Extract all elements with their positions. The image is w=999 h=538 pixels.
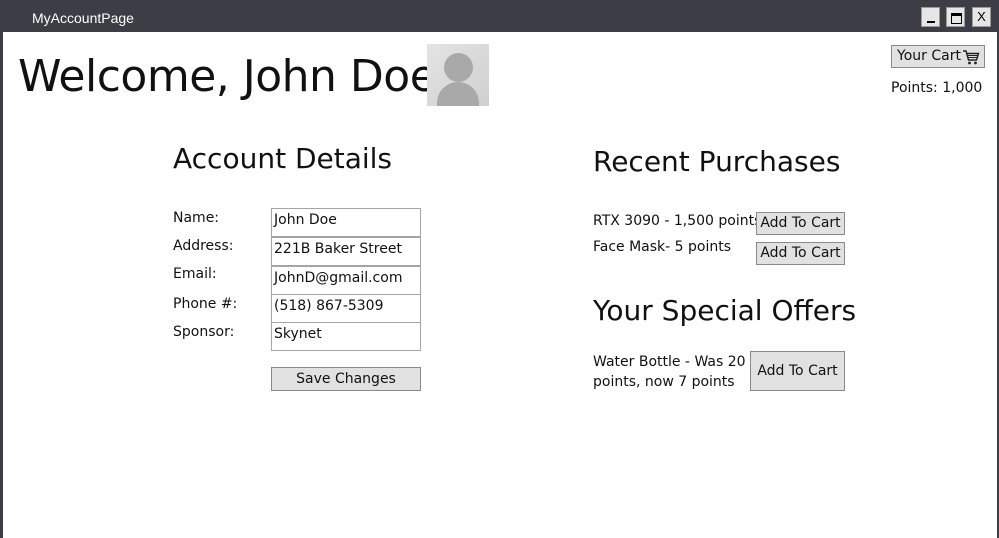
minimize-button[interactable]: [921, 7, 940, 27]
email-field[interactable]: JohnD@gmail.com: [271, 266, 421, 295]
user-avatar-icon: [427, 44, 489, 106]
recent-purchases-title: Recent Purchases: [593, 145, 841, 178]
phone-label: Phone #:: [173, 296, 238, 312]
add-to-cart-button[interactable]: Add To Cart: [756, 212, 845, 235]
email-label: Email:: [173, 266, 217, 282]
address-label: Address:: [173, 238, 234, 254]
your-cart-label: Your Cart: [897, 48, 961, 64]
shopping-cart-icon: [963, 50, 980, 65]
save-changes-button[interactable]: Save Changes: [271, 367, 421, 391]
offer-add-to-cart-button[interactable]: Add To Cart: [750, 351, 845, 391]
maximize-button[interactable]: [946, 7, 965, 27]
address-field[interactable]: 221B Baker Street: [271, 237, 421, 266]
sponsor-field[interactable]: Skynet: [271, 322, 421, 351]
special-offers-title: Your Special Offers: [593, 294, 857, 327]
welcome-heading: Welcome, John Doe: [18, 51, 437, 102]
minimize-icon: [927, 21, 935, 23]
your-cart-button[interactable]: Your Cart: [891, 45, 985, 68]
purchase-item-text: RTX 3090 - 1,500 points: [593, 213, 762, 229]
add-to-cart-button[interactable]: Add To Cart: [756, 242, 845, 265]
name-field[interactable]: John Doe: [271, 208, 421, 237]
avatar-head: [444, 53, 473, 82]
close-button[interactable]: X: [972, 7, 991, 27]
offer-item-text: Water Bottle - Was 20 points, now 7 poin…: [593, 354, 746, 390]
window-titlebar[interactable]: MyAccountPage X: [0, 0, 999, 32]
maximize-icon: [951, 13, 962, 24]
window-frame-left: [0, 32, 3, 538]
avatar-body: [437, 82, 479, 106]
name-label: Name:: [173, 210, 220, 226]
window-title: MyAccountPage: [32, 10, 134, 26]
account-details-title: Account Details: [173, 142, 393, 175]
sponsor-label: Sponsor:: [173, 324, 235, 340]
points-balance: Points: 1,000: [891, 80, 983, 96]
phone-field[interactable]: (518) 867-5309: [271, 294, 421, 323]
purchase-item-text: Face Mask- 5 points: [593, 239, 732, 255]
